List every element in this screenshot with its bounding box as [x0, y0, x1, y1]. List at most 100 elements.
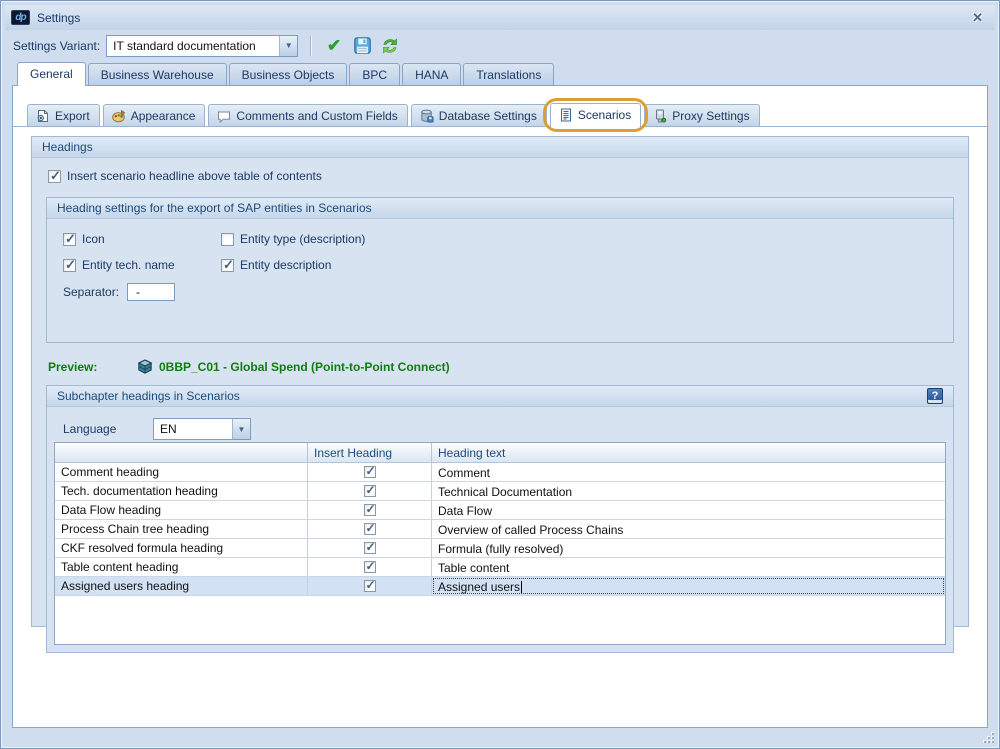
heading-text-cell[interactable]: Overview of called Process Chains	[438, 523, 623, 537]
row-name: Comment heading	[55, 463, 308, 481]
separator-input[interactable]: -	[127, 283, 175, 301]
subchapter-headings-header: Subchapter headings in Scenarios ?	[47, 386, 953, 407]
export-heading-settings-header: Heading settings for the export of SAP e…	[47, 198, 953, 219]
language-row: Language EN ▼	[57, 418, 953, 440]
row-name: Assigned users heading	[55, 577, 308, 595]
save-button[interactable]	[351, 35, 373, 57]
title-bar[interactable]: dp Settings ✕	[5, 5, 995, 30]
table-row[interactable]: Process Chain tree heading Overview of c…	[55, 520, 945, 539]
heading-text-cell[interactable]: Data Flow	[438, 504, 492, 518]
table-header-insert-heading: Insert Heading	[308, 443, 432, 462]
table-header-row: Insert Heading Heading text	[55, 443, 945, 463]
chevron-down-icon[interactable]: ▼	[279, 36, 297, 56]
refresh-icon	[381, 37, 399, 55]
preview-text: 0BBP_C01 - Global Spend (Point-to-Point …	[159, 360, 450, 374]
subtab-appearance[interactable]: Appearance	[103, 104, 206, 126]
table-row-selected[interactable]: Assigned users heading Assigned users	[55, 577, 945, 596]
entity-type-checkbox[interactable]	[221, 233, 234, 246]
scenarios-icon	[559, 108, 573, 122]
insert-heading-checkbox[interactable]	[364, 561, 376, 573]
preview-row: Preview: 0BBP_C01 - Global Spend (Point-…	[48, 359, 968, 375]
entity-description-checkbox[interactable]	[221, 259, 234, 272]
entity-tech-name-checkbox[interactable]	[63, 259, 76, 272]
row-name: Tech. documentation heading	[55, 482, 308, 500]
headings-group-title: Headings	[42, 137, 93, 158]
icon-option[interactable]: Icon	[63, 232, 221, 246]
subtab-comments-label: Comments and Custom Fields	[236, 109, 397, 123]
heading-text-edit-field[interactable]: Assigned users	[432, 577, 945, 595]
confirm-button[interactable]: ✔	[323, 35, 345, 57]
text-cursor	[521, 581, 522, 594]
subtab-scenarios-label: Scenarios	[578, 108, 631, 122]
entity-description-option[interactable]: Entity description	[221, 258, 953, 272]
comment-bubble-icon	[217, 109, 231, 123]
subtab-database-settings[interactable]: Database Settings	[411, 104, 547, 126]
insert-heading-checkbox[interactable]	[364, 485, 376, 497]
tab-bpc[interactable]: BPC	[349, 63, 400, 85]
language-label: Language	[57, 422, 153, 436]
table-row[interactable]: Table content heading Table content	[55, 558, 945, 577]
insert-heading-checkbox[interactable]	[364, 542, 376, 554]
subtab-export[interactable]: Export	[27, 104, 100, 126]
subchapter-headings-table: Insert Heading Heading text Comment head…	[54, 442, 946, 645]
resize-grip[interactable]	[982, 731, 994, 743]
language-combo[interactable]: EN ▼	[153, 418, 251, 440]
table-row[interactable]: Data Flow heading Data Flow	[55, 501, 945, 520]
subtab-comments[interactable]: Comments and Custom Fields	[208, 104, 407, 126]
subtab-scenarios[interactable]: Scenarios	[550, 103, 641, 127]
headings-group-header: Headings	[32, 137, 968, 158]
subtab-proxy-settings[interactable]: Proxy Settings	[644, 104, 759, 126]
settings-variant-toolbar: Settings Variant: IT standard documentat…	[5, 30, 995, 61]
general-tab-page: Export Appearance Comments and Custom Fi…	[12, 85, 988, 728]
row-name: CKF resolved formula heading	[55, 539, 308, 557]
settings-variant-label: Settings Variant:	[13, 39, 100, 53]
export-heading-settings-title: Heading settings for the export of SAP e…	[57, 198, 372, 219]
entity-type-option[interactable]: Entity type (description)	[221, 232, 953, 246]
heading-text-cell[interactable]: Comment	[438, 466, 490, 480]
preview-label: Preview:	[48, 360, 131, 374]
chevron-down-icon[interactable]: ▼	[232, 419, 250, 439]
entity-tech-name-option[interactable]: Entity tech. name	[63, 258, 221, 272]
separator-row: Separator: -	[57, 283, 953, 301]
refresh-button[interactable]	[379, 35, 401, 57]
subchapter-headings-title: Subchapter headings in Scenarios	[57, 386, 240, 407]
insert-heading-checkbox[interactable]	[364, 504, 376, 516]
icon-label: Icon	[82, 232, 105, 246]
settings-variant-combo[interactable]: IT standard documentation ▼	[106, 35, 298, 57]
heading-text-cell[interactable]: Table content	[438, 561, 509, 575]
app-logo-icon: dp	[11, 10, 30, 25]
help-icon[interactable]: ?	[927, 388, 943, 404]
tab-business-objects[interactable]: Business Objects	[229, 63, 348, 85]
window-title: Settings	[37, 11, 80, 25]
tab-translations[interactable]: Translations	[463, 63, 554, 85]
checkmark-icon: ✔	[327, 36, 341, 56]
row-name: Table content heading	[55, 558, 308, 576]
insert-heading-checkbox[interactable]	[364, 466, 376, 478]
icon-checkbox[interactable]	[63, 233, 76, 246]
settings-variant-value: IT standard documentation	[107, 36, 279, 56]
headings-group: Headings Insert scenario headline above …	[31, 136, 969, 627]
insert-scenario-headline-label: Insert scenario headline above table of …	[67, 169, 322, 183]
table-row[interactable]: Comment heading Comment	[55, 463, 945, 482]
table-row[interactable]: Tech. documentation heading Technical Do…	[55, 482, 945, 501]
insert-scenario-headline-checkbox[interactable]	[48, 170, 61, 183]
export-heading-checkbox-grid: Icon Entity type (description) Entity te…	[63, 232, 953, 272]
database-icon	[420, 109, 434, 123]
tab-general[interactable]: General	[17, 62, 86, 86]
heading-text-cell[interactable]: Technical Documentation	[438, 485, 572, 499]
insert-heading-checkbox[interactable]	[364, 523, 376, 535]
appearance-icon	[112, 109, 126, 123]
tab-hana[interactable]: HANA	[402, 63, 461, 85]
close-icon[interactable]: ✕	[966, 10, 989, 26]
subtab-proxy-settings-label: Proxy Settings	[672, 109, 749, 123]
table-row[interactable]: CKF resolved formula heading Formula (fu…	[55, 539, 945, 558]
insert-heading-checkbox[interactable]	[364, 580, 376, 592]
heading-text-cell[interactable]: Formula (fully resolved)	[438, 542, 563, 556]
export-icon	[36, 109, 50, 123]
insert-scenario-headline-option[interactable]: Insert scenario headline above table of …	[48, 169, 968, 183]
tab-business-warehouse[interactable]: Business Warehouse	[88, 63, 227, 85]
subchapter-headings-group: Subchapter headings in Scenarios ? Langu…	[46, 385, 954, 653]
heading-text-value: Assigned users	[438, 580, 520, 594]
main-tabstrip: General Business Warehouse Business Obje…	[17, 61, 995, 85]
language-value: EN	[154, 419, 232, 439]
